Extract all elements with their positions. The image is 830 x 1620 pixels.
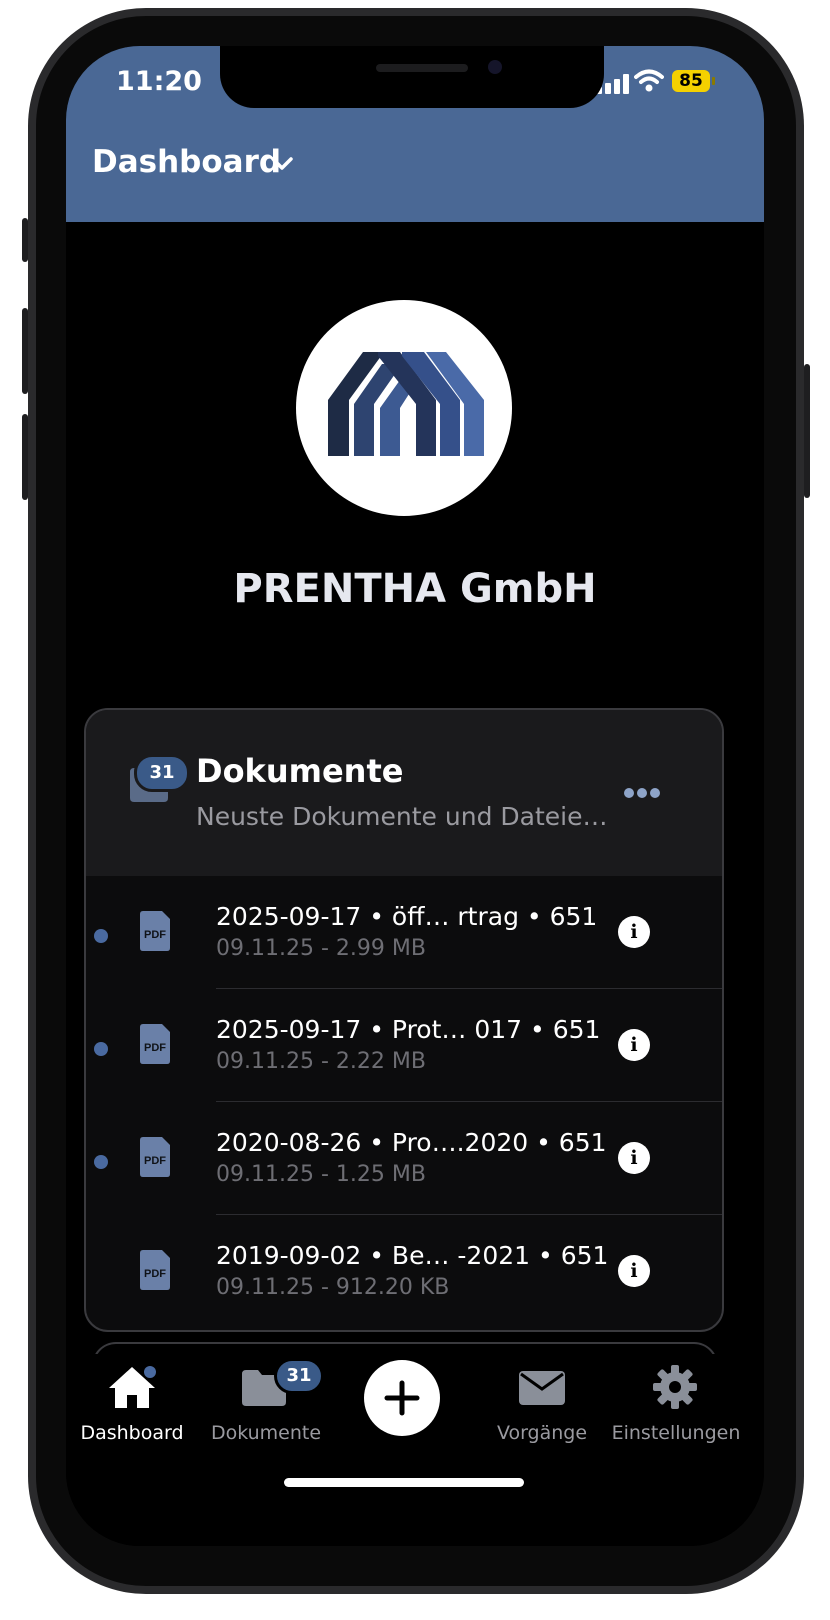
plus-icon [384, 1380, 420, 1416]
power-button [804, 364, 810, 498]
tab-dokumente[interactable]: 31 Dokumente [196, 1354, 336, 1464]
document-meta: 09.11.25 - 2.99 MB [216, 936, 426, 961]
document-row[interactable]: PDF 2019-09-02 • Be… -2021 • 651 09.11.2… [86, 1215, 722, 1328]
tab-label: Einstellungen [611, 1422, 741, 1444]
info-icon[interactable]: i [618, 916, 650, 948]
wifi-icon [634, 69, 664, 92]
svg-text:PDF: PDF [144, 929, 166, 941]
documents-card-subtitle: Neuste Dokumente und Dateie… [196, 802, 608, 831]
tab-bar: Dashboard 31 Dokumente Vorgänge Einstell… [66, 1354, 764, 1546]
battery-tip [712, 77, 715, 85]
status-time: 11:20 [116, 66, 202, 97]
app-screen: 11:20 85 Dashboard PRENTHA GmbH 31 Dokum… [66, 46, 764, 1546]
document-row[interactable]: PDF 2025-09-17 • Prot… 017 • 651 09.11.2… [86, 989, 722, 1102]
documents-tab-badge: 31 [274, 1358, 324, 1394]
documents-card-title: Dokumente [196, 752, 404, 790]
tab-dashboard[interactable]: Dashboard [66, 1354, 206, 1464]
document-title: 2025-09-17 • Prot… 017 • 651 [216, 1015, 601, 1044]
document-row[interactable]: PDF 2020-08-26 • Pro….2020 • 651 09.11.2… [86, 1102, 722, 1215]
unread-dot [94, 929, 108, 943]
document-row[interactable]: PDF 2025-09-17 • öff… rtrag • 651 09.11.… [86, 876, 722, 989]
device-notch [220, 46, 604, 108]
info-icon[interactable]: i [618, 1142, 650, 1174]
home-indicator[interactable] [284, 1478, 524, 1487]
tab-vorgaenge[interactable]: Vorgänge [472, 1354, 612, 1464]
home-icon [109, 1366, 156, 1408]
speaker-grille [376, 64, 468, 72]
more-icon[interactable] [624, 788, 660, 800]
documents-count-badge: 31 [134, 754, 190, 792]
info-icon[interactable]: i [618, 1029, 650, 1061]
chevron-down-icon[interactable] [269, 150, 295, 176]
pdf-icon: PDF [140, 1137, 170, 1177]
unread-dot [94, 1155, 108, 1169]
envelope-icon [519, 1371, 565, 1405]
svg-text:PDF: PDF [144, 1268, 166, 1280]
gear-icon [653, 1365, 697, 1409]
company-logo [296, 300, 512, 516]
documents-card: 31 Dokumente Neuste Dokumente und Dateie… [84, 708, 724, 1332]
unread-dot [94, 1042, 108, 1056]
tab-label: Dashboard [80, 1422, 184, 1444]
volume-up-button [22, 308, 28, 394]
info-icon[interactable]: i [618, 1255, 650, 1287]
document-title: 2025-09-17 • öff… rtrag • 651 [216, 902, 598, 931]
pdf-icon: PDF [140, 1250, 170, 1290]
svg-text:PDF: PDF [144, 1042, 166, 1054]
document-title: 2019-09-02 • Be… -2021 • 651 [216, 1241, 609, 1270]
tab-label: Vorgänge [496, 1422, 588, 1444]
company-logo-icon [328, 352, 484, 456]
document-meta: 09.11.25 - 1.25 MB [216, 1162, 426, 1187]
svg-text:PDF: PDF [144, 1155, 166, 1167]
mute-switch [22, 218, 28, 262]
add-button[interactable] [364, 1360, 440, 1436]
document-meta: 09.11.25 - 912.20 KB [216, 1275, 450, 1300]
company-name: PRENTHA GmbH [233, 566, 597, 612]
tab-einstellungen[interactable]: Einstellungen [604, 1354, 744, 1464]
front-camera [488, 60, 502, 74]
document-meta: 09.11.25 - 2.22 MB [216, 1049, 426, 1074]
page-title[interactable]: Dashboard [92, 144, 281, 180]
pdf-icon: PDF [140, 1024, 170, 1064]
battery-icon: 85 [672, 70, 710, 92]
document-title: 2020-08-26 • Pro….2020 • 651 [216, 1128, 607, 1157]
tab-label: Dokumente [210, 1422, 322, 1444]
documents-card-header[interactable]: 31 Dokumente Neuste Dokumente und Dateie… [86, 710, 722, 876]
volume-down-button [22, 414, 28, 500]
pdf-icon: PDF [140, 911, 170, 951]
